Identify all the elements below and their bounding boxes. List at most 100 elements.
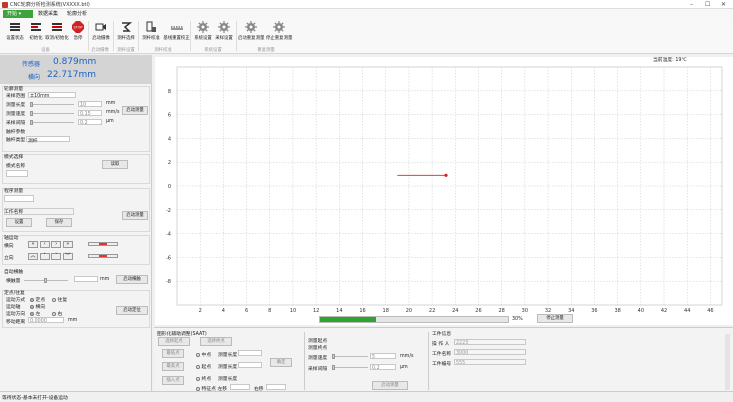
param-interval-slider[interactable] bbox=[332, 365, 368, 370]
down-icon[interactable]: ˅ bbox=[51, 253, 62, 260]
close-icon[interactable]: ✕ bbox=[721, 1, 726, 8]
insert-point-button[interactable]: 插入点 bbox=[162, 376, 184, 385]
menu-analysis[interactable]: 轮廓分析 bbox=[63, 10, 91, 18]
interval-input[interactable]: 0.2 bbox=[78, 119, 102, 126]
radio-icon[interactable] bbox=[196, 376, 200, 381]
probe-calibrate-button[interactable]: 测杆校准 bbox=[139, 20, 163, 45]
program-file-input[interactable] bbox=[4, 208, 74, 215]
fast-down-icon[interactable]: ︾ bbox=[62, 253, 73, 260]
start-measure-button[interactable]: 启动测量 bbox=[122, 106, 148, 115]
work-no-select[interactable]: 555 bbox=[454, 359, 526, 366]
mode-reciprocate-option[interactable]: 往复 bbox=[52, 296, 67, 303]
length-slider[interactable] bbox=[30, 102, 74, 107]
start-repeat-button[interactable]: 启动重复测量 bbox=[238, 20, 264, 45]
menu-data[interactable]: 数据采集 bbox=[34, 10, 62, 18]
radio-icon[interactable] bbox=[196, 364, 200, 369]
sample-settings-button[interactable]: 采样设置 bbox=[212, 20, 236, 45]
template-name-input[interactable] bbox=[6, 170, 28, 177]
stop-measure-button[interactable]: 停止测量 bbox=[537, 314, 573, 323]
work-info-title: 工件信息 bbox=[432, 332, 452, 337]
up-icon[interactable]: ˄ bbox=[39, 253, 50, 260]
auto-reach-input[interactable] bbox=[74, 276, 98, 282]
radio-icon[interactable] bbox=[30, 297, 34, 302]
work-name-value: 3000 bbox=[456, 351, 469, 356]
fit-length-input-1[interactable] bbox=[238, 350, 262, 356]
param-speed-slider[interactable] bbox=[332, 354, 368, 359]
feature-left-input[interactable] bbox=[230, 384, 250, 390]
gear-icon bbox=[245, 21, 257, 33]
feature-right-input[interactable] bbox=[266, 384, 286, 390]
auto-reach-slider[interactable] bbox=[24, 278, 68, 283]
program-select[interactable] bbox=[4, 195, 34, 202]
step-input[interactable]: 0.0000 bbox=[28, 317, 64, 324]
radio-icon[interactable] bbox=[196, 352, 200, 357]
speed-slider[interactable] bbox=[30, 111, 74, 116]
slider-knob[interactable] bbox=[332, 354, 335, 359]
fast-right-icon[interactable]: » bbox=[62, 241, 73, 248]
x-tick-label: 42 bbox=[661, 308, 667, 314]
speed-input[interactable]: 0.15 bbox=[78, 110, 102, 117]
slider-knob[interactable] bbox=[44, 278, 47, 283]
highest-point-button[interactable]: 最高点 bbox=[162, 362, 184, 371]
param-start-button[interactable]: 启动测量 bbox=[372, 381, 408, 390]
radio-icon[interactable] bbox=[30, 311, 34, 316]
slider-knob[interactable] bbox=[30, 120, 33, 125]
radio-icon[interactable] bbox=[52, 297, 56, 302]
axis-horizontal-option[interactable]: 横向 bbox=[30, 303, 45, 310]
scrollbar[interactable] bbox=[725, 334, 730, 390]
radio-icon[interactable] bbox=[196, 386, 200, 391]
emergency-stop-label: 急停 bbox=[73, 36, 83, 41]
range-select[interactable]: ±10mm bbox=[28, 92, 76, 99]
program-run-button[interactable]: 启动测量 bbox=[122, 211, 148, 220]
midpoint-option[interactable]: 中点 bbox=[196, 351, 211, 358]
fit-length-label-2: 测量长度 bbox=[218, 365, 238, 370]
param-speed-input[interactable]: 5 bbox=[370, 353, 396, 360]
select-start-button[interactable]: 选择起点 bbox=[158, 337, 190, 346]
fast-up-icon[interactable]: ︽ bbox=[28, 253, 38, 260]
left-icon[interactable]: ‹ bbox=[39, 241, 50, 248]
maximize-icon[interactable]: ☐ bbox=[705, 1, 710, 8]
start-option[interactable]: 起点 bbox=[196, 363, 211, 370]
probe-select-button[interactable]: 测杆选择 bbox=[114, 20, 138, 45]
interval-slider[interactable] bbox=[30, 120, 74, 125]
radio-icon[interactable] bbox=[30, 304, 34, 309]
fit-length-input-2[interactable] bbox=[238, 362, 262, 368]
sensor-readout: 传感器 0.879mm 横向 22.717mm bbox=[0, 55, 152, 84]
work-name-select[interactable]: 3000 bbox=[454, 349, 526, 356]
right-icon[interactable]: › bbox=[51, 241, 62, 248]
auto-touch-button[interactable]: 启动横触 bbox=[116, 275, 148, 284]
param-interval-input[interactable]: 0.2 bbox=[370, 364, 396, 371]
probe-type-value: 测杆 bbox=[28, 139, 38, 144]
program-set-button[interactable]: 设置 bbox=[6, 218, 32, 227]
template-section bbox=[2, 154, 150, 184]
direction-right-option[interactable]: 右 bbox=[52, 310, 62, 317]
slider-knob[interactable] bbox=[332, 365, 335, 370]
step-input-value: 0.0000 bbox=[30, 319, 47, 324]
slider-knob[interactable] bbox=[30, 111, 33, 116]
program-save-button[interactable]: 保存 bbox=[46, 218, 72, 227]
direction-left-option[interactable]: 左 bbox=[30, 310, 40, 317]
menu-start[interactable]: 开始 ▾ bbox=[3, 10, 33, 18]
radio-icon[interactable] bbox=[52, 311, 56, 316]
template-load-button[interactable]: 读取 bbox=[102, 160, 128, 169]
length-input[interactable]: 10 bbox=[78, 101, 102, 108]
baseline-reset-label: 基线重置校正 bbox=[163, 36, 190, 41]
mode-fixed-option[interactable]: 定点 bbox=[30, 296, 45, 303]
param-interval-unit: μm bbox=[400, 365, 408, 370]
ribbon-toolbar: 设置状态 初始化 取消/初始化 STOP 急停 设备 启动摄像 启动摄像 测杆选… bbox=[0, 18, 733, 54]
stop-repeat-button[interactable]: 停止重复测量 bbox=[266, 20, 292, 45]
x-tick-label: 36 bbox=[591, 308, 597, 314]
probe-type-select[interactable]: 测杆 bbox=[26, 136, 70, 144]
baseline-reset-button[interactable]: 基线重置校正 bbox=[163, 20, 190, 45]
emergency-stop-button[interactable]: STOP 急停 bbox=[66, 20, 90, 45]
slider-knob[interactable] bbox=[30, 102, 33, 107]
end-option[interactable]: 终点 bbox=[196, 375, 211, 382]
select-end-button[interactable]: 选择终点 bbox=[200, 337, 232, 346]
fast-left-icon[interactable]: « bbox=[28, 241, 38, 248]
operator-select[interactable]: 2223 bbox=[454, 339, 526, 346]
minimize-icon[interactable]: – bbox=[690, 1, 693, 8]
start-position-button[interactable]: 启动定位 bbox=[116, 306, 148, 315]
lowest-point-button[interactable]: 最低点 bbox=[162, 349, 184, 358]
fit-confirm-button[interactable]: 确定 bbox=[270, 358, 292, 367]
camera-button[interactable]: 启动摄像 bbox=[89, 20, 113, 45]
